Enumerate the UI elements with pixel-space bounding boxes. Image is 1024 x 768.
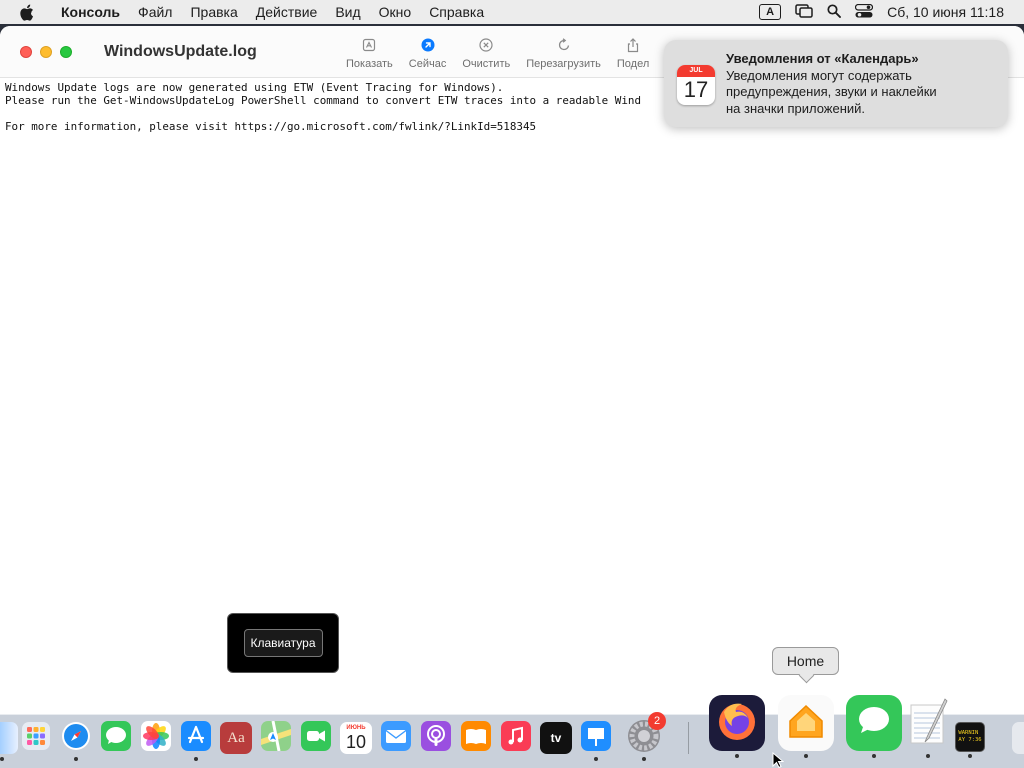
- show-button[interactable]: Показать: [346, 26, 393, 78]
- dock-photos[interactable]: [140, 720, 172, 756]
- menu-clock[interactable]: Сб, 10 июня 11:18: [887, 4, 1004, 20]
- facetime-icon: [301, 720, 331, 756]
- dock-messages-2[interactable]: [846, 695, 902, 758]
- dock-separator: [688, 722, 689, 754]
- dock-maps[interactable]: [260, 720, 292, 756]
- now-label: Сейчас: [408, 58, 447, 70]
- calendar-icon-day: 17: [683, 77, 709, 102]
- messages-icon: [101, 720, 131, 756]
- reload-icon: [557, 36, 571, 54]
- dock-apple-tv[interactable]: tv: [540, 722, 572, 754]
- dock-books[interactable]: [460, 720, 492, 756]
- reload-button[interactable]: Перезагрузить: [526, 26, 601, 78]
- share-icon: [626, 36, 640, 54]
- textedit-icon: [905, 697, 951, 750]
- minimize-button[interactable]: [40, 45, 52, 58]
- menu-edit[interactable]: Правка: [181, 4, 246, 20]
- dock-app-store[interactable]: [180, 720, 212, 761]
- dock-system-settings[interactable]: 2: [628, 712, 666, 761]
- messages-icon: [853, 700, 895, 747]
- close-button[interactable]: [20, 45, 32, 58]
- dock-calendar-month: ИЮНЬ: [346, 725, 366, 731]
- calendar-notification[interactable]: JUL 17 Уведомления от «Календарь» Уведом…: [664, 40, 1008, 127]
- clear-icon: [479, 36, 493, 54]
- input-source-indicator[interactable]: A: [759, 4, 782, 20]
- share-button[interactable]: Подел: [617, 26, 649, 78]
- dock-tooltip: Home: [772, 647, 839, 675]
- books-icon: [461, 720, 491, 756]
- mail-icon: [381, 720, 411, 756]
- photos-icon: [141, 720, 171, 756]
- dock-music[interactable]: [500, 720, 532, 756]
- notification-body-line: предупреждения, звуки и наклейки: [726, 84, 937, 99]
- dictionary-icon: Aa: [227, 729, 245, 746]
- dock-finder[interactable]: [0, 722, 18, 761]
- reload-label: Перезагрузить: [526, 58, 601, 70]
- dock-home[interactable]: [778, 695, 834, 758]
- console-window: WindowsUpdate.log Показать Сейчас Очисти…: [0, 26, 1024, 714]
- dock-calendar[interactable]: ИЮНЬ 10: [340, 722, 372, 754]
- dock-launchpad[interactable]: [20, 721, 52, 755]
- menu-file[interactable]: Файл: [129, 4, 181, 20]
- menu-help[interactable]: Справка: [420, 4, 493, 20]
- keyboard-button[interactable]: Клавиатура: [243, 629, 323, 657]
- notification-body-line: Уведомления могут содержать: [726, 67, 912, 83]
- calendar-app-icon: JUL 17: [677, 65, 715, 105]
- menu-bar: Консоль Файл Правка Действие Вид Окно Сп…: [0, 0, 1024, 24]
- clear-label: Очистить: [462, 58, 511, 70]
- settings-badge: 2: [648, 712, 666, 730]
- safari-icon: [61, 721, 91, 756]
- clear-button[interactable]: Очистить: [462, 26, 510, 78]
- menu-view[interactable]: Вид: [326, 4, 369, 20]
- music-icon: [501, 720, 531, 756]
- apple-menu-icon[interactable]: [0, 4, 52, 21]
- mouse-pointer-icon: [772, 751, 785, 768]
- dock-console[interactable]: WARNIN AY 7:36: [955, 722, 985, 758]
- podcasts-icon: [421, 720, 451, 756]
- firefox-icon: [714, 698, 760, 749]
- maps-icon: [261, 720, 291, 756]
- app-store-icon: [181, 720, 211, 756]
- home-icon: [786, 701, 826, 746]
- window-controls: [20, 45, 72, 58]
- apple-tv-icon: tv: [550, 731, 562, 745]
- dock-safari[interactable]: [60, 721, 92, 761]
- notification-body-line: на значки приложений.: [726, 100, 866, 116]
- show-label: Показать: [346, 58, 393, 70]
- toolbar-actions: Показать Сейчас Очистить Перезагрузить П…: [346, 26, 665, 78]
- dock-trash[interactable]: [1012, 722, 1024, 754]
- dock-mail[interactable]: [380, 720, 412, 756]
- zoom-button[interactable]: [60, 45, 72, 58]
- now-icon: [421, 36, 435, 54]
- show-icon: [362, 36, 376, 54]
- calendar-icon-month: JUL: [677, 65, 715, 77]
- menu-window[interactable]: Окно: [370, 4, 421, 20]
- launchpad-icon: [22, 721, 50, 755]
- dock-calendar-day: 10: [345, 732, 367, 752]
- spotlight-search-icon[interactable]: [827, 3, 842, 21]
- menu-app-name[interactable]: Консоль: [52, 4, 129, 20]
- keynote-icon: [581, 720, 611, 756]
- dock-keynote[interactable]: [580, 720, 612, 761]
- share-label: Подел: [616, 58, 650, 70]
- dock-messages[interactable]: [100, 720, 132, 756]
- screen-mirroring-icon[interactable]: [795, 3, 813, 21]
- console-icon-text: WARNIN AY 7:36: [958, 730, 982, 743]
- keyboard-hud: Клавиатура: [227, 613, 339, 673]
- dock-podcasts[interactable]: [420, 720, 452, 756]
- control-center-icon[interactable]: [855, 3, 874, 21]
- dock-textedit[interactable]: [900, 695, 956, 758]
- window-title: WindowsUpdate.log: [104, 42, 257, 60]
- menu-action[interactable]: Действие: [247, 4, 327, 20]
- notification-title: Уведомления от «Календарь»: [726, 51, 919, 66]
- dock-firefox[interactable]: [709, 695, 765, 758]
- dock-facetime[interactable]: [300, 720, 332, 756]
- now-button[interactable]: Сейчас: [408, 26, 447, 78]
- dock-dictionary[interactable]: Aa: [220, 722, 252, 754]
